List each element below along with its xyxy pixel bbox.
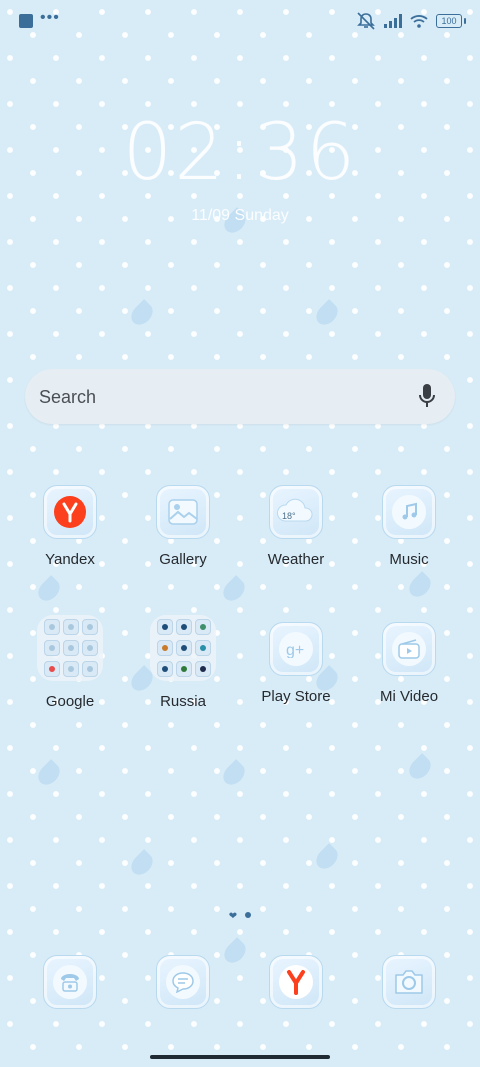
dock-messages[interactable]: [133, 955, 233, 1009]
music-note-icon: [402, 502, 417, 520]
clock-date[interactable]: 11/09 Sunday: [0, 207, 480, 225]
messages-icon: [172, 972, 194, 993]
weather-temp: 18°: [282, 511, 296, 521]
more-notifications-icon: •••: [40, 9, 60, 26]
raindrop-decoration: [219, 575, 249, 605]
app-tile: [269, 955, 323, 1009]
signal-icon: [384, 14, 402, 28]
raindrop-decoration: [312, 843, 342, 873]
app-tile: g+: [269, 622, 323, 676]
app-music[interactable]: Music: [359, 485, 459, 568]
app-tile: 18°: [269, 485, 323, 539]
app-yandex[interactable]: Yandex: [20, 485, 120, 568]
app-play-store[interactable]: g+ Play Store: [246, 622, 346, 705]
app-tile: [43, 955, 97, 1009]
gallery-icon: [168, 499, 198, 525]
icon-disc: [166, 965, 200, 999]
battery-icon: 100: [436, 14, 466, 28]
app-tile: [156, 485, 210, 539]
status-bar: ••• 100: [0, 0, 480, 42]
folder-icon: [37, 615, 103, 681]
app-weather[interactable]: 18° Weather: [246, 485, 346, 568]
battery-level: 100: [441, 16, 457, 26]
search-placeholder: Search: [39, 387, 97, 407]
app-label: Mi Video: [379, 688, 439, 705]
page-dot: [245, 911, 252, 918]
app-gallery[interactable]: Gallery: [133, 485, 233, 568]
dock-yandex-browser[interactable]: [246, 955, 346, 1009]
app-label: Music: [389, 551, 429, 568]
dock-phone[interactable]: [20, 955, 120, 1009]
phone-icon: [61, 974, 79, 992]
weather-cloud-icon: [277, 498, 313, 522]
notification-app-icon: [19, 14, 33, 28]
app-tile: [382, 955, 436, 1009]
raindrop-decoration: [34, 759, 64, 789]
app-mi-video[interactable]: Mi Video: [359, 622, 459, 705]
icon-disc: [279, 965, 313, 999]
icon-disc: [53, 965, 87, 999]
icon-disc: g+: [279, 632, 313, 666]
raindrop-decoration: [405, 753, 435, 783]
svg-text:g+: g+: [286, 642, 304, 658]
app-label: Weather: [267, 551, 325, 568]
yandex-browser-icon: [287, 970, 305, 995]
wifi-icon: [410, 15, 428, 28]
raindrop-decoration: [312, 299, 342, 329]
page-heart-icon: ❤: [228, 911, 238, 922]
search-bar[interactable]: Search: [25, 369, 455, 424]
dock-camera[interactable]: [359, 955, 459, 1009]
app-tile: [43, 485, 97, 539]
yandex-icon: [54, 496, 86, 528]
app-label: Play Store: [261, 688, 331, 705]
camera-icon: [395, 970, 423, 994]
play-store-icon: g+: [286, 642, 304, 658]
microphone-icon[interactable]: [417, 383, 437, 409]
app-tile: [382, 622, 436, 676]
raindrop-decoration: [34, 575, 64, 605]
app-label: Gallery: [159, 551, 207, 568]
app-label: Yandex: [45, 551, 95, 568]
page-indicator: ❤: [0, 906, 480, 924]
folder-google[interactable]: Google: [20, 615, 120, 710]
raindrop-decoration: [127, 849, 157, 879]
clock-time[interactable]: 02:36: [0, 108, 480, 198]
raindrop-decoration: [127, 299, 157, 329]
app-tile: [382, 485, 436, 539]
silent-mode-icon: [357, 12, 375, 30]
raindrop-decoration: [219, 759, 249, 789]
folder-icon: [150, 615, 216, 681]
folder-russia[interactable]: Russia: [133, 615, 233, 710]
raindrop-decoration: [405, 571, 435, 601]
video-icon: [398, 639, 420, 659]
icon-disc: [392, 632, 426, 666]
app-label: Russia: [160, 693, 206, 710]
home-indicator[interactable]: [150, 1055, 330, 1059]
icon-disc: [392, 495, 426, 529]
app-label: Google: [45, 693, 95, 710]
app-tile: [156, 955, 210, 1009]
